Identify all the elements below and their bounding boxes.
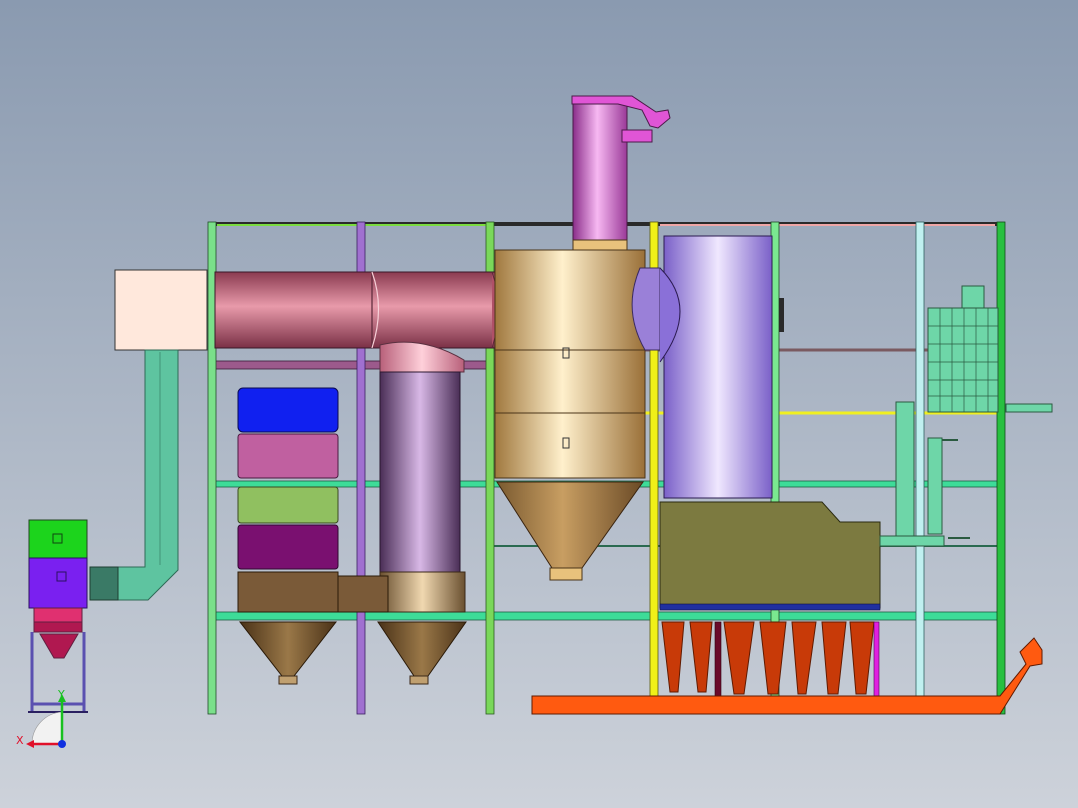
middle-column[interactable] [377,371,467,685]
cad-viewport[interactable]: X Y [0,0,1078,808]
y-axis-label: Y [57,688,65,701]
spray-tower[interactable] [659,235,784,499]
x-axis-label: X [16,734,24,747]
inlet-box[interactable] [114,269,208,351]
